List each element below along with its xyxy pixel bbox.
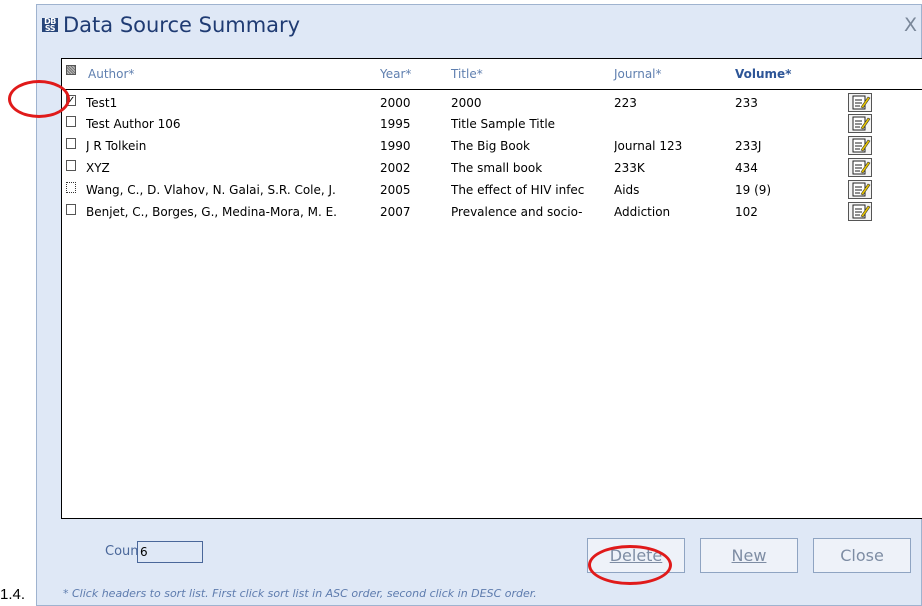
edit-record-button[interactable] [848,158,872,177]
edit-note-icon [852,138,871,153]
cell-year: 1990 [380,139,411,153]
edit-note-icon [852,160,871,175]
cell-year: 2000 [380,96,411,110]
table-row[interactable]: ✓ Test1 2000 2000 223 233 [62,93,922,113]
cell-volume: 233J [735,139,762,153]
table-row[interactable]: Wang, C., D. Vlahov, N. Galai, S.R. Cole… [62,180,922,200]
cell-journal: Aids [614,183,640,197]
edit-note-icon [852,182,871,197]
row-checkbox[interactable] [66,204,76,215]
cell-author: Test1 [86,96,118,110]
edit-record-button[interactable] [848,180,872,199]
header-year[interactable]: Year* [380,67,411,81]
cell-title: 2000 [451,96,482,110]
close-button-label: Close [840,546,884,565]
data-source-list: Author* Year* Title* Journal* Volume* ✓ … [61,58,922,519]
row-checkbox[interactable] [66,160,76,171]
cell-journal: 233K [614,161,645,175]
cell-journal: 223 [614,96,637,110]
edit-note-icon [852,116,871,131]
header-author[interactable]: Author* [88,67,134,81]
cell-year: 2002 [380,161,411,175]
window-title: Data Source Summary [63,13,301,37]
row-checkbox[interactable]: ✓ [66,95,76,106]
cell-volume: 434 [735,161,758,175]
delete-button-label: Delete [609,546,663,565]
select-all-checkbox[interactable] [66,65,76,75]
list-header: Author* Year* Title* Journal* Volume* [62,59,922,90]
row-checkbox[interactable] [66,116,76,127]
table-row[interactable]: Test Author 106 1995 Title Sample Title [62,114,922,134]
sort-hint-text: * Click headers to sort list. First clic… [63,587,537,600]
cell-title: The effect of HIV infec [451,183,585,197]
cell-author: Benjet, C., Borges, G., Medina-Mora, M. … [86,205,337,219]
row-checkbox[interactable] [66,138,76,149]
cell-volume: 233 [735,96,758,110]
table-row[interactable]: J R Tolkein 1990 The Big Book Journal 12… [62,136,922,156]
table-row[interactable]: Benjet, C., Borges, G., Medina-Mora, M. … [62,202,922,222]
header-title[interactable]: Title* [451,67,483,81]
edit-record-button[interactable] [848,114,872,133]
cell-title: Prevalence and socio- [451,205,583,219]
app-icon-text-bottom: SS [44,24,56,33]
figure-number-label: 1.4. [0,586,26,603]
header-journal[interactable]: Journal* [614,67,662,81]
new-button-label: New [731,546,767,565]
cell-author: Wang, C., D. Vlahov, N. Galai, S.R. Cole… [86,183,336,197]
count-field: 6 [137,541,203,563]
row-checkbox[interactable] [66,182,76,193]
cell-year: 2007 [380,205,411,219]
cell-title: The small book [451,161,543,175]
header-volume[interactable]: Volume* [735,67,791,81]
cell-year: 1995 [380,117,411,131]
edit-record-button[interactable] [848,202,872,221]
cell-author: J R Tolkein [86,139,147,153]
cell-volume: 19 (9) [735,183,772,197]
close-icon[interactable]: X [904,14,917,36]
cell-title: Title Sample Title [451,117,556,131]
cell-title: The Big Book [451,139,530,153]
edit-note-icon [852,95,871,110]
edit-note-icon [852,204,871,219]
delete-button[interactable]: Delete [587,538,685,573]
data-source-summary-dialog: DB SS Data Source Summary X Author* Year… [36,4,922,606]
cell-journal: Addiction [614,205,671,219]
new-button[interactable]: New [700,538,798,573]
table-row[interactable]: XYZ 2002 The small book 233K 434 [62,158,922,178]
edit-record-button[interactable] [848,93,872,112]
cell-journal: Journal 123 [614,139,683,153]
cell-author: XYZ [86,161,110,175]
close-button[interactable]: Close [813,538,911,573]
cell-author: Test Author 106 [86,117,181,131]
edit-record-button[interactable] [848,136,872,155]
cell-year: 2005 [380,183,411,197]
app-icon: DB SS [42,18,58,33]
cell-volume: 102 [735,205,758,219]
title-bar[interactable]: DB SS Data Source Summary X [37,5,921,45]
